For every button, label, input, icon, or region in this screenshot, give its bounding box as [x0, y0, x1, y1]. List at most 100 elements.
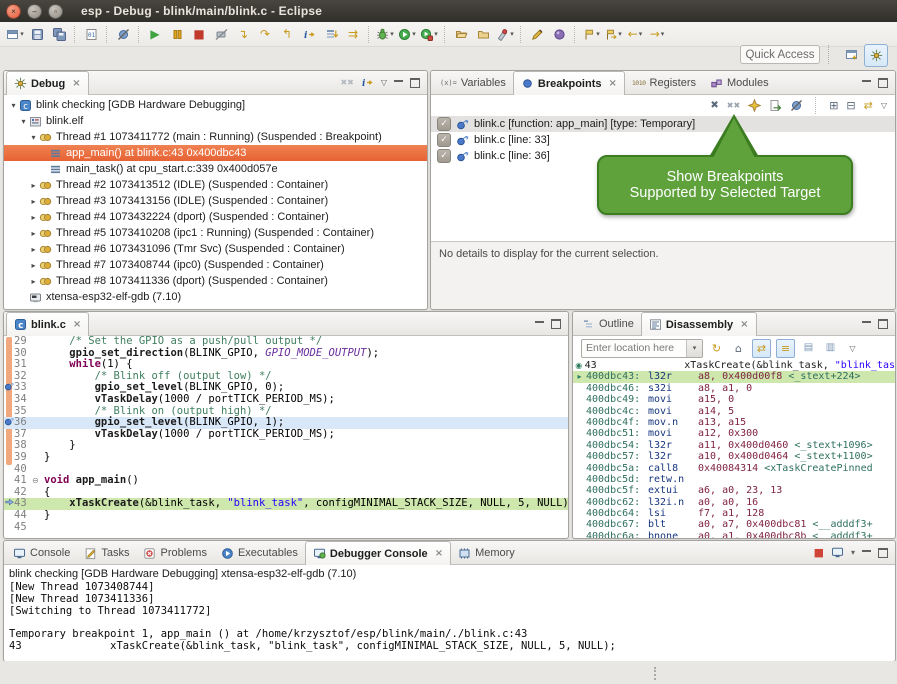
- dropdown-caret-icon[interactable]: ▾: [618, 30, 622, 38]
- new-wizard-button[interactable]: ▾: [4, 24, 26, 45]
- tab-debugger-console[interactable]: Debugger Console×: [305, 541, 451, 565]
- debug-tree-item[interactable]: ▸ Thread #4 1073432224 (dport) (Suspende…: [4, 209, 427, 225]
- breakpoint-checkbox[interactable]: ✓: [437, 133, 451, 147]
- tab-breakpoints[interactable]: Breakpoints×: [513, 71, 625, 95]
- format-button[interactable]: [526, 24, 548, 45]
- debug-tree-item[interactable]: ▾ Thread #1 1073411772 (main : Running) …: [4, 129, 427, 145]
- debug-tree-item[interactable]: ▸ Thread #2 1073413512 (IDLE) (Suspended…: [4, 177, 427, 193]
- minimize-icon[interactable]: [862, 321, 871, 331]
- dropdown-caret-icon[interactable]: ▾: [510, 30, 514, 38]
- show-source-icon[interactable]: ≡: [776, 339, 795, 358]
- color-sphere-button[interactable]: [548, 24, 570, 45]
- debug-tree-item[interactable]: ▸ Thread #5 1073410208 (ipc1 : Running) …: [4, 225, 427, 241]
- step-over-button[interactable]: ↷: [254, 24, 276, 45]
- back-button[interactable]: ←▾: [624, 24, 646, 45]
- view-menu-icon[interactable]: ▽: [881, 101, 887, 110]
- debug-tree-item[interactable]: ▸ Thread #3 1073413156 (IDLE) (Suspended…: [4, 193, 427, 209]
- location-input[interactable]: Enter location here: [582, 342, 686, 354]
- terminate-button[interactable]: ■: [188, 24, 210, 45]
- quick-access-button[interactable]: Quick Access: [740, 45, 820, 64]
- step-return-button[interactable]: ↰: [276, 24, 298, 45]
- tab-disassembly[interactable]: Disassembly×: [641, 312, 757, 336]
- breakpoint-item[interactable]: ✓ blink.c [line: 33]: [431, 132, 895, 148]
- tree-closed-twisty-icon[interactable]: ▸: [28, 245, 39, 254]
- maximize-icon[interactable]: [551, 319, 561, 329]
- dropdown-caret-icon[interactable]: ▾: [390, 30, 394, 38]
- tab-registers[interactable]: 1010Registers: [625, 72, 703, 94]
- collapse-all-icon[interactable]: ⊟: [846, 100, 855, 111]
- instruction-stepping-mode-icon[interactable]: i: [361, 76, 374, 89]
- tree-closed-twisty-icon[interactable]: ▸: [28, 277, 39, 286]
- maximize-icon[interactable]: [878, 548, 888, 558]
- external-tools-button[interactable]: ▾: [418, 24, 440, 45]
- tab-debug[interactable]: Debug×: [6, 71, 89, 95]
- window-minimize-button[interactable]: –: [27, 4, 42, 19]
- debug-tree-item[interactable]: ▸ Thread #8 1073411336 (dport) (Suspende…: [4, 273, 427, 289]
- debug-tree-item[interactable]: ▸ Thread #6 1073431096 (Tmr Svc) (Suspen…: [4, 241, 427, 257]
- debug-tree-item[interactable]: main_task() at cpu_start.c:339 0x400d057…: [4, 161, 427, 177]
- track-selection-icon[interactable]: ⇄: [752, 339, 771, 358]
- minimize-icon[interactable]: [862, 80, 871, 90]
- skip-all-breakpoints-global-button[interactable]: [112, 24, 134, 45]
- forward-button[interactable]: →▾: [646, 24, 668, 45]
- close-tab-icon[interactable]: ×: [435, 548, 443, 559]
- combo-dropdown-icon[interactable]: ▾: [686, 340, 702, 357]
- breakpoint-checkbox[interactable]: ✓: [437, 117, 451, 131]
- minimize-icon[interactable]: [394, 80, 403, 90]
- disconnect-button[interactable]: [210, 24, 232, 45]
- remove-all-breakpoints-icon[interactable]: ✖✖: [727, 102, 740, 110]
- terminate-console-icon[interactable]: ■: [814, 547, 824, 558]
- dropdown-caret-icon[interactable]: ▾: [434, 30, 438, 38]
- tree-open-twisty-icon[interactable]: ▾: [18, 117, 29, 126]
- tree-closed-twisty-icon[interactable]: ▸: [28, 229, 39, 238]
- open-binary-button[interactable]: 01: [80, 24, 102, 45]
- window-close-button[interactable]: ×: [6, 4, 21, 19]
- instruction-stepping-button[interactable]: i: [298, 24, 320, 45]
- refresh-icon[interactable]: ↻: [708, 340, 725, 357]
- maximize-icon[interactable]: [410, 78, 420, 88]
- debug-tree-item[interactable]: xtensa-esp32-elf-gdb (7.10): [4, 289, 427, 305]
- goto-annotation-button[interactable]: ▾: [602, 24, 624, 45]
- remove-all-terminated-icon[interactable]: ✖✖: [340, 79, 353, 87]
- new-folder-button[interactable]: [472, 24, 494, 45]
- link-with-debug-view-icon[interactable]: ⇄: [864, 100, 873, 111]
- minimize-icon[interactable]: [862, 550, 871, 560]
- suspend-button[interactable]: [166, 24, 188, 45]
- close-tab-icon[interactable]: ×: [608, 78, 616, 89]
- debug-tree-item[interactable]: app_main() at blink.c:43 0x400dbc43: [4, 145, 427, 161]
- tab-variables[interactable]: (x)=Variables: [433, 72, 513, 94]
- debug-tree-item[interactable]: ▾ blink.elf: [4, 113, 427, 129]
- breakpoint-item[interactable]: ✓ blink.c [function: app_main] [type: Te…: [431, 116, 895, 132]
- display-selected-console-icon[interactable]: [831, 546, 844, 559]
- disassembly-listing[interactable]: ◉43xTaskCreate(&blink_task, "blink_tas ▸…: [573, 360, 895, 539]
- debug-tree-item[interactable]: ▾ c blink checking [GDB Hardware Debuggi…: [4, 97, 427, 113]
- close-tab-icon[interactable]: ×: [740, 319, 748, 330]
- copy-view-icon[interactable]: ▤: [800, 340, 817, 357]
- dropdown-caret-icon[interactable]: ▾: [20, 30, 24, 38]
- tree-closed-twisty-icon[interactable]: ▸: [28, 181, 39, 190]
- breakpoint-checkbox[interactable]: ✓: [437, 149, 451, 163]
- show-breakpoints-supported-icon[interactable]: [748, 99, 761, 112]
- open-new-view-icon[interactable]: ▥: [822, 340, 839, 357]
- last-edit-location-button[interactable]: ▾: [580, 24, 602, 45]
- tree-closed-twisty-icon[interactable]: ▸: [28, 261, 39, 270]
- tab-problems[interactable]: Problems: [136, 542, 213, 564]
- fold-collapse-icon[interactable]: ⊖: [32, 475, 39, 487]
- run-button[interactable]: ▾: [396, 24, 418, 45]
- drop-to-frame-button[interactable]: [320, 24, 342, 45]
- code-editor[interactable]: 29 /* Set the GPIO as a push/pull output…: [4, 336, 568, 533]
- debug-button[interactable]: ▾: [374, 24, 396, 45]
- home-icon[interactable]: ⌂: [730, 340, 747, 357]
- tab-blink-c[interactable]: cblink.c×: [6, 312, 89, 336]
- open-folder-button[interactable]: [450, 24, 472, 45]
- open-perspective-button[interactable]: [840, 44, 862, 65]
- location-combo[interactable]: Enter location here ▾: [581, 339, 703, 358]
- step-into-button[interactable]: ↴: [232, 24, 254, 45]
- tab-outline[interactable]: Outline: [575, 313, 641, 335]
- minimize-icon[interactable]: [535, 321, 544, 331]
- close-tab-icon[interactable]: ×: [72, 78, 80, 89]
- tab-memory[interactable]: Memory: [451, 542, 522, 564]
- flash-target-button[interactable]: ▾: [494, 24, 516, 45]
- save-all-button[interactable]: [48, 24, 70, 45]
- tab-modules[interactable]: Modules: [703, 72, 776, 94]
